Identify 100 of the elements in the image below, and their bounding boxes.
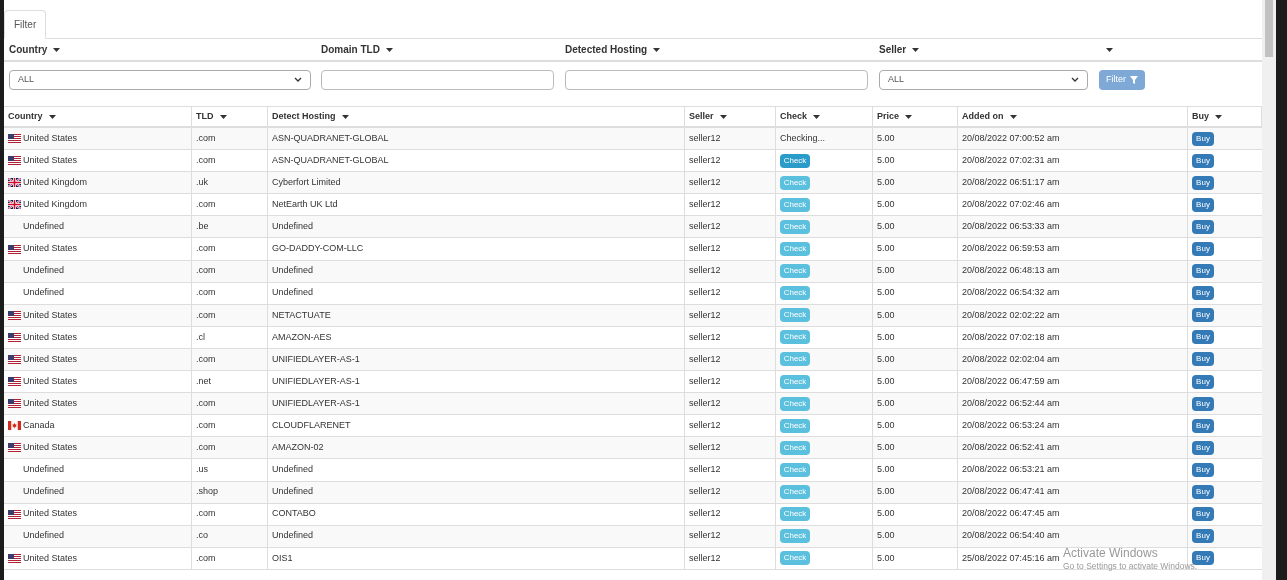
table-cell-text: UNIFIEDLAYER-AS-1 xyxy=(272,352,360,366)
table-cell: NetEarth UK Ltd xyxy=(272,198,338,212)
table-cell: Undefined xyxy=(272,264,314,278)
caret-icon xyxy=(905,114,913,119)
table-cell: GO-DADDY-COM-LLC xyxy=(272,242,364,256)
table-cell: .com xyxy=(196,264,216,278)
buy-button[interactable]: Buy xyxy=(1192,551,1214,566)
buy-button[interactable]: Buy xyxy=(1192,462,1214,477)
text-field[interactable] xyxy=(321,69,554,90)
table-cell-text: 5.00 xyxy=(877,131,895,145)
check-button[interactable]: Check xyxy=(780,153,810,168)
table-cell: AMAZON-02 xyxy=(272,441,324,455)
table-cell: Undefined xyxy=(272,286,314,300)
table-cell-text: seller12 xyxy=(689,551,721,565)
table-cell: seller12 xyxy=(689,441,721,455)
table-cell-text: NETACTUATE xyxy=(272,308,331,322)
table-cell-text: 5.00 xyxy=(877,352,895,366)
flag-icon xyxy=(8,332,21,342)
table-cell: 5.00 xyxy=(877,286,895,300)
flag-icon xyxy=(8,134,21,144)
table-cell: 5.00 xyxy=(877,507,895,521)
column-header[interactable]: Detect Hosting xyxy=(272,109,336,124)
buy-button[interactable]: Buy xyxy=(1192,485,1214,500)
table-cell: 5.00 xyxy=(877,529,895,543)
table-cell: .shop xyxy=(196,485,219,499)
buy-button[interactable]: Buy xyxy=(1192,286,1214,301)
table-cell-text: United States xyxy=(23,308,78,322)
buy-button[interactable]: Buy xyxy=(1192,418,1214,433)
buy-button[interactable]: Buy xyxy=(1192,352,1214,367)
table-cell-text: .com xyxy=(196,308,216,322)
table-cell: 5.00 xyxy=(877,242,895,256)
flag-icon xyxy=(8,421,21,431)
table-cell-text: ASN-QUADRANET-GLOBAL xyxy=(272,131,389,145)
filter-button[interactable]: Filter xyxy=(1099,69,1145,90)
flag-icon xyxy=(8,377,21,387)
buy-button[interactable]: Buy xyxy=(1192,374,1214,389)
buy-button[interactable]: Buy xyxy=(1192,131,1214,146)
table-cell: .com xyxy=(196,441,216,455)
table-cell: 20/08/2022 06:48:13 am xyxy=(962,264,1060,278)
flag-icon xyxy=(8,553,21,563)
column-header[interactable]: Check xyxy=(780,109,807,124)
filter-label: Country xyxy=(9,44,48,55)
column-header[interactable]: TLD xyxy=(196,109,214,124)
buy-button[interactable]: Buy xyxy=(1192,396,1214,411)
column-header[interactable]: Country xyxy=(8,109,43,124)
table-cell: 20/08/2022 06:54:40 am xyxy=(962,529,1060,543)
flag-icon xyxy=(8,244,21,254)
table-cell-text: seller12 xyxy=(689,176,721,189)
table-cell-text: United States xyxy=(23,352,78,366)
column-header[interactable]: Buy xyxy=(1192,109,1209,124)
table-cell: seller12 xyxy=(689,529,721,543)
table-cell: seller12 xyxy=(689,463,721,477)
table-cell-text: 20/08/2022 06:53:24 am xyxy=(962,419,1060,432)
select-field[interactable]: ALL xyxy=(9,69,311,90)
flag-icon xyxy=(8,399,21,409)
scrollbar-thumb[interactable] xyxy=(1265,0,1273,57)
select-field[interactable]: ALL xyxy=(879,69,1088,90)
table-cell-text: seller12 xyxy=(689,352,721,366)
table-cell: Undefined xyxy=(272,463,314,477)
table-cell-text: .net xyxy=(196,374,211,388)
buy-button[interactable]: Buy xyxy=(1192,242,1214,256)
table-cell-text: seller12 xyxy=(689,374,721,388)
table-cell: 5.00 xyxy=(877,463,895,477)
text-field[interactable] xyxy=(565,69,868,90)
column-header[interactable]: Added on xyxy=(962,109,1004,124)
table-cell-text: 20/08/2022 06:47:59 am xyxy=(962,374,1060,388)
table-cell: .us xyxy=(196,463,208,477)
column-header[interactable]: Seller xyxy=(689,109,714,124)
buy-button[interactable]: Buy xyxy=(1192,330,1214,345)
table-cell-text: seller12 xyxy=(689,153,721,167)
table-cell: Undefined xyxy=(272,529,314,543)
filter-tab[interactable]: Filter xyxy=(4,10,47,39)
buy-button[interactable]: Buy xyxy=(1192,219,1214,234)
caret-icon xyxy=(719,114,727,119)
filter-label: Seller xyxy=(879,44,907,55)
table-cell: Undefined xyxy=(23,220,65,234)
table-cell-text: 20/08/2022 06:51:17 am xyxy=(962,176,1060,189)
table-cell-text: 5.00 xyxy=(877,551,895,565)
chevron-icon xyxy=(294,77,302,82)
buy-button[interactable]: Buy xyxy=(1192,507,1214,522)
table-cell: seller12 xyxy=(689,286,721,300)
buy-button[interactable]: Buy xyxy=(1192,440,1214,455)
table-cell: 20/08/2022 06:47:45 am xyxy=(962,507,1060,521)
buy-button[interactable]: Buy xyxy=(1192,175,1214,190)
table-cell-text: ASN-QUADRANET-GLOBAL xyxy=(272,153,389,167)
buy-button[interactable]: Buy xyxy=(1192,308,1214,323)
column-header[interactable]: Price xyxy=(877,109,900,124)
table-cell-text: United States xyxy=(23,153,78,167)
buy-button[interactable]: Buy xyxy=(1192,197,1214,212)
caret-icon xyxy=(385,48,393,53)
buy-button[interactable]: Buy xyxy=(1192,153,1214,168)
table-cell-text: .uk xyxy=(196,176,208,189)
table-cell-text: 5.00 xyxy=(877,396,895,410)
activation-title: Activate Windows xyxy=(1063,546,1158,560)
table-cell: seller12 xyxy=(689,242,721,256)
buy-button[interactable]: Buy xyxy=(1192,264,1214,279)
table-cell-text: seller12 xyxy=(689,396,721,410)
buy-button[interactable]: Buy xyxy=(1192,529,1214,544)
flag-icon xyxy=(8,509,21,519)
table-cell: Undefined xyxy=(272,485,314,499)
